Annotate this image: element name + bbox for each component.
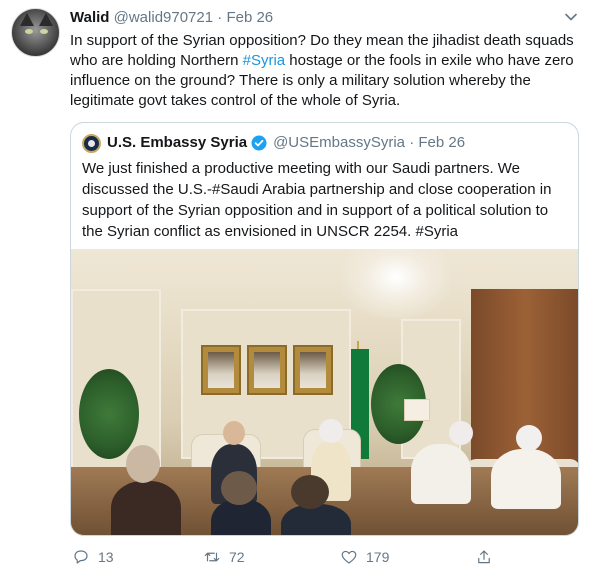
lamp: [404, 399, 430, 421]
meeting-photo[interactable]: [71, 249, 578, 535]
tweet-header: Walid @walid970721 · Feb 26: [70, 9, 273, 27]
separator: ·: [217, 9, 223, 26]
person-head: [449, 421, 473, 445]
retweet-icon: [204, 552, 220, 562]
hashtag-link[interactable]: #Syria: [243, 52, 286, 69]
tweet-text: In support of the Syrian opposition? Do …: [70, 31, 585, 111]
quoted-tweet-date[interactable]: Feb 26: [418, 133, 465, 153]
share-icon: [478, 550, 490, 564]
retweet-count: 72: [229, 549, 245, 565]
reply-count: 13: [98, 549, 114, 565]
person: [411, 444, 471, 504]
person-head: [291, 475, 329, 509]
person-head: [221, 471, 257, 505]
user-name[interactable]: Walid: [70, 9, 109, 26]
verified-badge-icon: [251, 135, 267, 151]
portrait-frame: [247, 345, 287, 395]
avatar-ear: [39, 13, 53, 26]
quoted-tweet[interactable]: U.S. Embassy Syria @USEmbassySyria · Feb…: [70, 122, 579, 536]
reply-icon: [74, 550, 88, 564]
share-button[interactable]: [475, 546, 501, 568]
chandelier: [341, 249, 451, 319]
avatar-eye: [40, 29, 48, 34]
quoted-user-handle[interactable]: @USEmbassySyria: [273, 133, 405, 153]
avatar-eye: [25, 29, 33, 34]
person-head: [126, 445, 160, 483]
separator: ·: [409, 134, 415, 151]
like-button[interactable]: 179: [340, 546, 389, 568]
person: [281, 504, 351, 535]
quoted-tweet-header: U.S. Embassy Syria @USEmbassySyria · Feb…: [82, 133, 465, 153]
portrait-frame: [293, 345, 333, 395]
person-head: [516, 425, 542, 451]
avatar-ear: [20, 13, 34, 26]
heart-icon: [341, 550, 357, 564]
person-head: [319, 419, 343, 443]
quoted-user-name[interactable]: U.S. Embassy Syria: [107, 133, 247, 153]
portrait-frame: [201, 345, 241, 395]
embassy-seal-icon[interactable]: [82, 133, 101, 153]
tweet[interactable]: Walid @walid970721 · Feb 26 In support o…: [0, 0, 595, 575]
plant: [79, 369, 139, 459]
person: [111, 481, 181, 535]
like-count: 179: [366, 549, 390, 565]
retweet-button[interactable]: 72: [203, 546, 245, 568]
person-head: [223, 421, 245, 445]
user-handle[interactable]: @walid970721: [114, 9, 213, 26]
user-avatar[interactable]: [11, 8, 60, 57]
action-bar: 13 72 179: [70, 546, 570, 568]
person: [491, 449, 561, 509]
tweet-date[interactable]: Feb 26: [226, 9, 273, 26]
chevron-down-icon[interactable]: [564, 10, 578, 24]
reply-button[interactable]: 13: [72, 546, 114, 568]
quoted-tweet-text: We just finished a productive meeting wi…: [82, 160, 552, 240]
